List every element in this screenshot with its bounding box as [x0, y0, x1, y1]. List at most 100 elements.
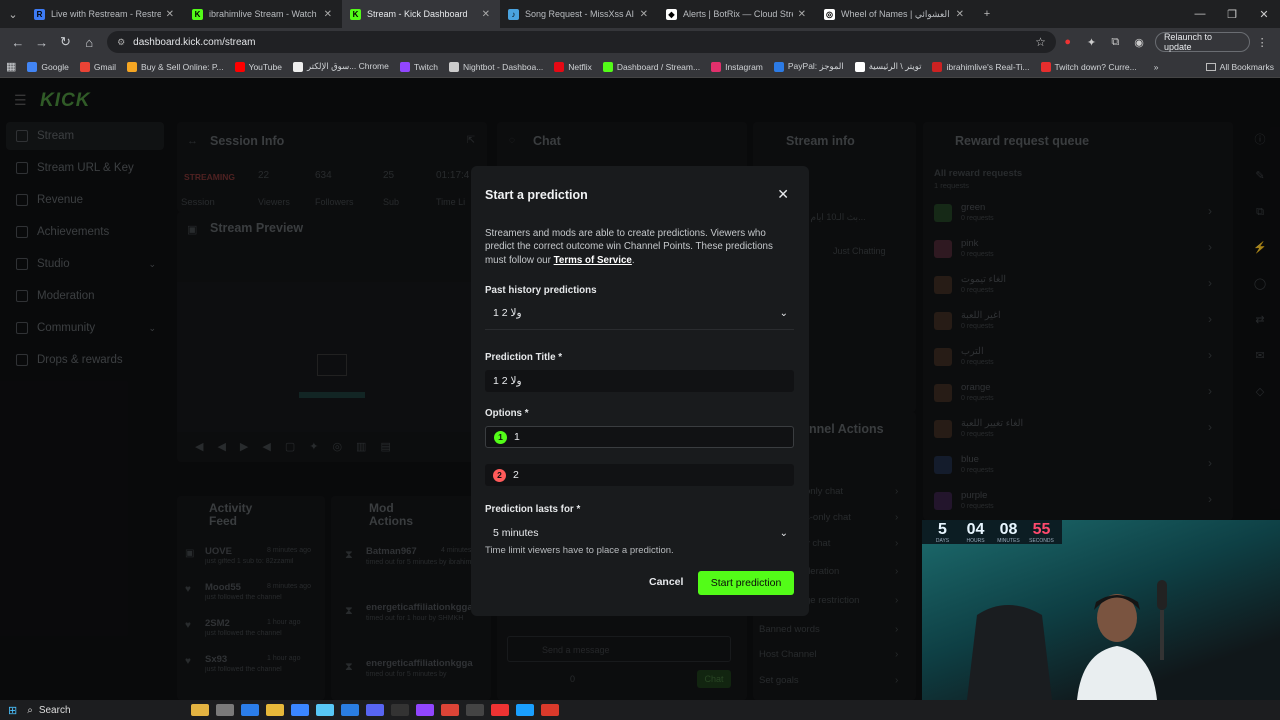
tab-close-icon[interactable]: ✕ [956, 9, 964, 20]
all-bookmarks[interactable]: All Bookmarks [1205, 62, 1274, 72]
relaunch-button[interactable]: Relaunch to update [1154, 32, 1251, 52]
browser-tab[interactable]: ◆ Alerts | BotRix — Cloud Stream ✕ [658, 0, 816, 28]
taskbar-search[interactable]: ⌕ Search [27, 702, 187, 718]
cancel-button[interactable]: Cancel [649, 576, 683, 588]
tab-close-icon[interactable]: ✕ [324, 9, 332, 20]
tab-search-chevron-icon[interactable]: ⌄ [0, 0, 26, 28]
option-number-badge: 1 [494, 430, 507, 444]
duration-select[interactable]: 5 minutes ⌄ [485, 522, 794, 544]
bookmark-item[interactable]: YouTube [234, 61, 282, 72]
taskbar-app-icon[interactable] [365, 704, 384, 716]
taskbar-app-icon[interactable] [415, 704, 434, 716]
tab-close-icon[interactable]: ✕ [166, 9, 174, 20]
bookmark-item[interactable]: PayPal: الموجز [773, 61, 844, 72]
taskbar-app-icon[interactable] [490, 704, 509, 716]
tab-favicon-icon: ♪ [508, 8, 519, 20]
taskbar-app-icon[interactable] [190, 704, 209, 716]
bookmark-item[interactable]: تويتر \ الرئيسية [854, 61, 922, 72]
bookmark-favicon-icon [27, 61, 38, 72]
timer-unit: DAYS [935, 538, 950, 544]
bookmark-item[interactable]: Buy & Sell Online: P... [127, 61, 224, 72]
divider [485, 329, 794, 330]
bookmarks-bar: ▦ Google Gmail Buy & Sell Online: P... YouT… [0, 56, 1280, 78]
browser-tab[interactable]: ◎ Wheel of Names | اسم العشوائي ✕ [816, 0, 974, 28]
option-input[interactable]: 22 [485, 464, 794, 486]
tab-close-icon[interactable]: ✕ [640, 9, 648, 20]
option-input[interactable]: 11 [485, 426, 794, 448]
apps-grid-icon[interactable]: ▦ [6, 60, 16, 73]
bookmark-favicon-icon [127, 61, 138, 72]
windows-start-icon[interactable]: ⊞ [8, 704, 17, 717]
bookmark-favicon-icon [711, 61, 722, 72]
close-icon[interactable]: ✕ [777, 186, 789, 203]
minimize-icon[interactable]: — [1184, 8, 1216, 21]
timer-value: 04 [966, 521, 985, 538]
browser-tab[interactable]: R Live with Restream - Restream ✕ [26, 0, 184, 28]
taskbar-app-icon[interactable] [290, 704, 309, 716]
history-label: Past history predictions [485, 285, 597, 296]
history-select[interactable]: ولا 2 1 ⌄ [485, 302, 794, 324]
bookmark-item[interactable]: سوق الإلكتر... Chrome [292, 61, 389, 72]
bookmark-favicon-icon [448, 61, 459, 72]
new-tab-plus-icon[interactable]: + [974, 0, 1000, 28]
bookmark-favicon-icon [399, 61, 410, 72]
browser-tab[interactable]: ♪ Song Request - MissXss AI Bot ✕ [500, 0, 658, 28]
bookmark-favicon-icon [854, 61, 865, 72]
bookmark-item[interactable]: Netflix [554, 61, 592, 72]
address-bar[interactable]: ⚙ dashboard.kick.com/stream ☆ [107, 31, 1056, 53]
search-label: Search [38, 704, 71, 716]
bookmark-item[interactable]: Instagram [711, 61, 763, 72]
search-icon: ⌕ [27, 704, 33, 716]
tab-close-icon[interactable]: ✕ [482, 9, 490, 20]
kick-dashboard: ☰ KICK Stream Stream URL & Key Revenue Achi… [0, 78, 1280, 700]
prediction-title-input[interactable]: ولا 2 1 [485, 370, 794, 392]
browser-tab[interactable]: K Stream - Kick Dashboard ✕ [342, 0, 500, 28]
maximize-icon[interactable]: ❐ [1216, 8, 1248, 21]
terms-of-service-link[interactable]: Terms of Service [554, 255, 632, 266]
start-prediction-button[interactable]: Start prediction [698, 571, 794, 595]
bookmarks-overflow-icon[interactable]: » [1154, 62, 1159, 72]
close-window-icon[interactable]: ✕ [1248, 8, 1280, 21]
bookmark-label: تويتر \ الرئيسية [868, 61, 922, 71]
forward-arrow-icon[interactable]: → [30, 35, 54, 50]
bookmark-item[interactable]: Dashboard / Stream... [602, 61, 700, 72]
extension-red-icon[interactable]: ● [1056, 36, 1080, 48]
tab-close-icon[interactable]: ✕ [798, 9, 806, 20]
taskbar-app-icon[interactable] [390, 704, 409, 716]
bookmark-item[interactable]: Google [27, 61, 69, 72]
taskbar-app-icon[interactable] [215, 704, 234, 716]
reload-icon[interactable]: ↻ [54, 34, 78, 50]
home-icon[interactable]: ⌂ [77, 35, 101, 50]
bookmark-item[interactable]: Gmail [79, 61, 117, 72]
bookmark-item[interactable]: Nightbot - Dashboa... [448, 61, 543, 72]
back-arrow-icon[interactable]: ← [6, 35, 30, 50]
taskbar-app-icon[interactable] [465, 704, 484, 716]
browser-tab[interactable]: Kibrahimlive Stream - Watch Live ✕ [184, 0, 342, 28]
bookmark-star-icon[interactable]: ☆ [1035, 35, 1046, 49]
taskbar-app-icon[interactable] [440, 704, 459, 716]
extensions-puzzle-icon[interactable]: ⧉ [1103, 36, 1127, 49]
extension-dark-icon[interactable]: ✦ [1080, 36, 1104, 49]
folder-icon [1205, 62, 1216, 71]
bookmark-label: Netflix [568, 61, 592, 72]
bookmark-favicon-icon [292, 61, 303, 72]
bookmark-favicon-icon [773, 61, 784, 72]
timer-block: 08 MINUTES [992, 522, 1025, 545]
profile-avatar-icon[interactable]: ◉ [1127, 36, 1151, 49]
bookmark-favicon-icon [234, 61, 245, 72]
taskbar-app-icon[interactable] [265, 704, 284, 716]
bookmark-item[interactable]: ibrahimlive's Real-Ti... [932, 61, 1030, 72]
history-value: ولا 2 1 [493, 307, 522, 319]
site-info-icon[interactable]: ⚙ [117, 37, 125, 48]
menu-kebab-icon[interactable]: ⋮ [1250, 36, 1274, 49]
taskbar-app-icon[interactable] [240, 704, 259, 716]
taskbar-app-icon[interactable] [515, 704, 534, 716]
bookmark-label: Gmail [93, 61, 117, 72]
duration-label: Prediction lasts for * [485, 504, 581, 515]
bookmark-item[interactable]: Twitch down? Curre... [1040, 61, 1137, 72]
timer-block: 55 SECONDS [1025, 522, 1058, 545]
taskbar-app-icon[interactable] [315, 704, 334, 716]
taskbar-app-icon[interactable] [540, 704, 559, 716]
taskbar-app-icon[interactable] [340, 704, 359, 716]
bookmark-item[interactable]: Twitch [399, 61, 438, 72]
